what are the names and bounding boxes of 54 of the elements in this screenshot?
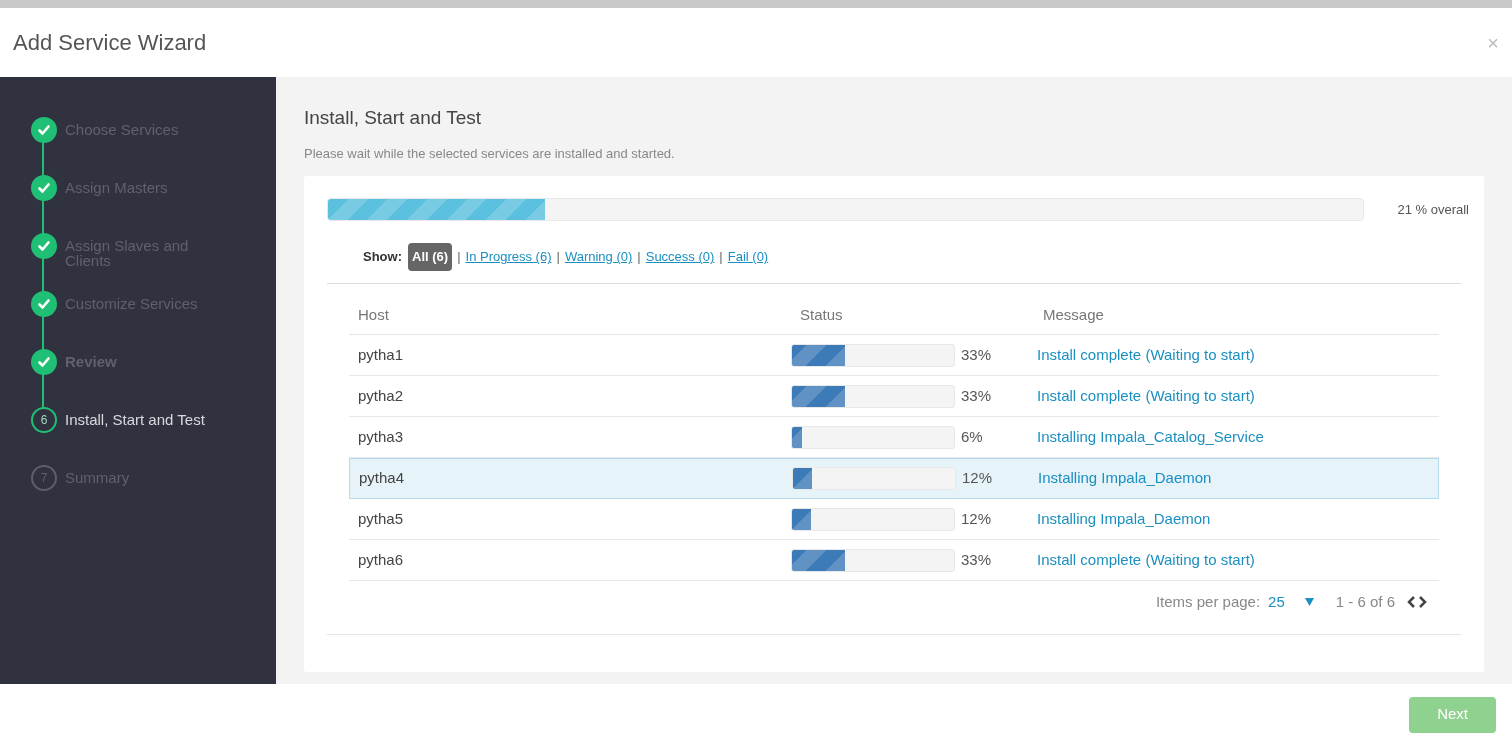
percent-text: 12% <box>961 508 992 529</box>
filter-tab[interactable]: In Progress (6) <box>465 247 552 267</box>
host-cell-text: pytha2 <box>357 385 405 406</box>
check-icon <box>37 355 51 369</box>
percent-text: 6% <box>961 426 983 447</box>
message-link[interactable]: Installing Impala_Daemon <box>1034 507 1439 531</box>
column-header: Host <box>357 305 390 325</box>
page-range: 1 - 6 of 6 <box>1335 591 1395 612</box>
page-title: Install, Start and Test <box>304 106 483 130</box>
filter-separator: | <box>556 248 560 267</box>
check-icon <box>37 181 51 195</box>
filter-tab[interactable]: All (6) <box>408 243 453 271</box>
table-row[interactable]: pytha5 12% Installing Impala_Daemon <box>349 499 1439 540</box>
caret-icon <box>1304 598 1314 606</box>
page-subtitle: Please wait while the selected services are installed and started. <box>304 144 676 163</box>
percent-text: 33% <box>961 549 992 570</box>
column-header: Status <box>799 305 844 325</box>
check-icon <box>37 239 51 253</box>
filter-tab[interactable]: Warning (0) <box>564 247 633 267</box>
filter-separator: | <box>457 248 461 267</box>
previous-page-icon[interactable] <box>1407 595 1416 609</box>
message-link[interactable]: Install complete (Waiting to start) <box>1034 548 1439 572</box>
check-icon <box>37 297 51 311</box>
window-title: Add Service Wizard <box>13 29 207 57</box>
close-button[interactable]: × <box>1487 32 1499 53</box>
host-cell-text: pytha3 <box>357 426 405 447</box>
table-row[interactable]: pytha4 12% Installing Impala_Daemon <box>349 458 1439 499</box>
percent-text: 33% <box>961 385 992 406</box>
filter-tab[interactable]: Fail (0) <box>727 247 769 267</box>
page-size-select[interactable]: 25 <box>1268 590 1314 614</box>
host-cell-text: pytha6 <box>357 549 405 570</box>
step-label[interactable]: Install, Start and Test <box>65 412 215 465</box>
overall-progress-text: 21 % overall <box>1397 200 1469 219</box>
host-cell-text: pytha1 <box>357 344 405 365</box>
table-row[interactable]: pytha1 33% Install complete (Waiting to start) <box>349 335 1439 376</box>
percent-text: 12% <box>962 468 993 489</box>
filter-separator: | <box>637 248 641 267</box>
step-number: 6 <box>31 407 57 433</box>
next-page-icon[interactable] <box>1418 595 1427 609</box>
table-row[interactable]: pytha6 33% Install complete (Waiting to start) <box>349 540 1439 581</box>
filter-label: Show: <box>363 248 402 267</box>
column-header: Message <box>1042 305 1105 325</box>
message-link[interactable]: Installing Impala_Daemon <box>1035 467 1438 490</box>
host-cell-text: pytha4 <box>358 468 406 489</box>
message-link[interactable]: Installing Impala_Catalog_Service <box>1034 425 1439 449</box>
table-row[interactable]: pytha2 33% Install complete (Waiting to start) <box>349 376 1439 417</box>
check-icon <box>37 123 51 137</box>
message-link[interactable]: Install complete (Waiting to start) <box>1034 343 1439 367</box>
host-cell-text: pytha5 <box>357 508 405 529</box>
items-per-page-label: Items per page: <box>1155 591 1261 612</box>
percent-text: 33% <box>961 344 992 365</box>
message-link[interactable]: Install complete (Waiting to start) <box>1034 384 1439 408</box>
filter-separator: | <box>719 248 723 267</box>
filter-tab[interactable]: Success (0) <box>645 247 715 267</box>
